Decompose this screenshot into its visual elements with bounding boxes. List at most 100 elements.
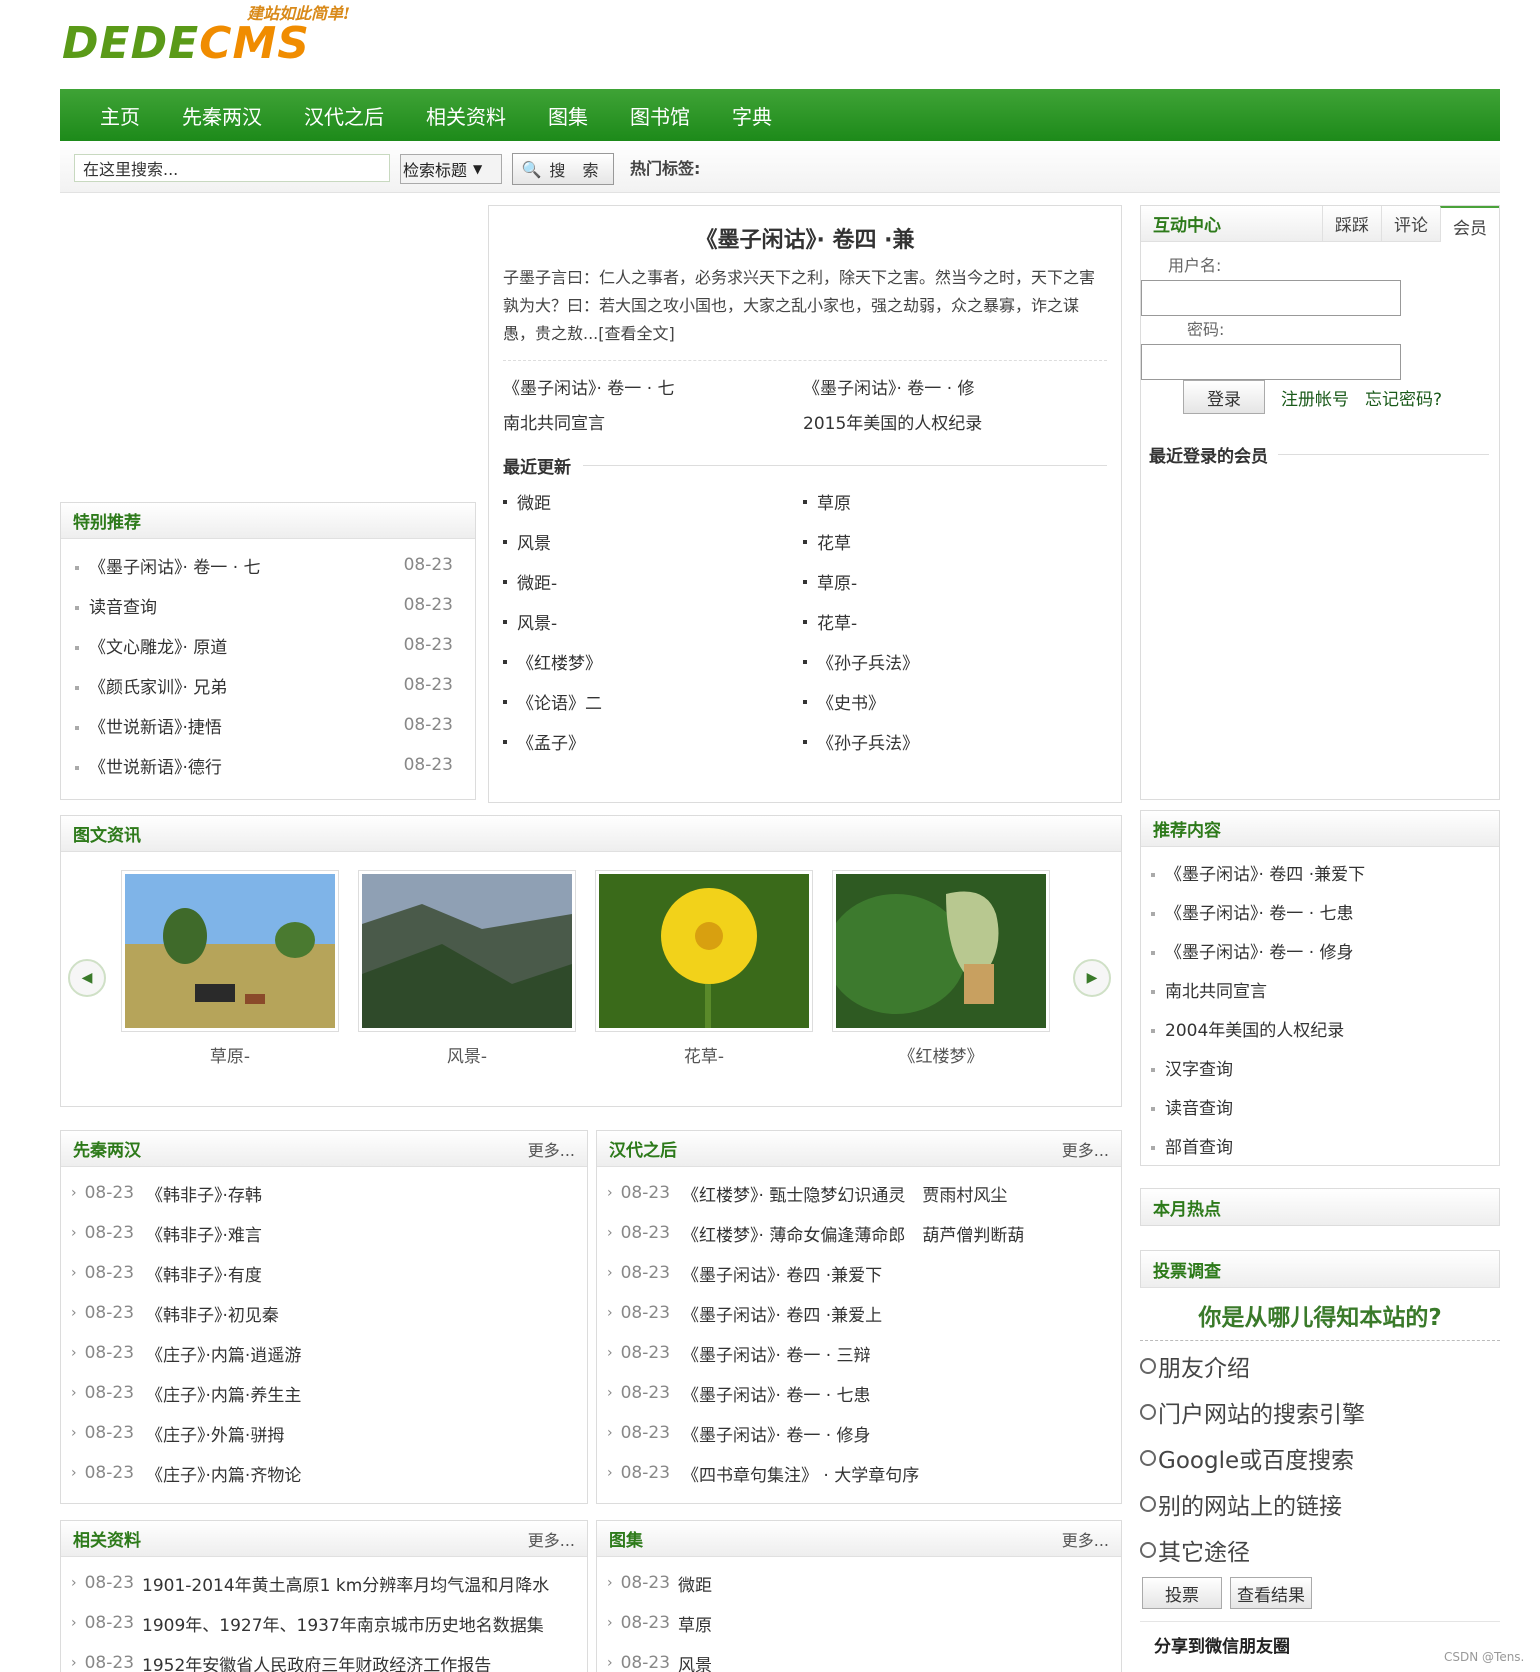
list-item[interactable]: › 08-23 《墨子闲诂》· 卷四 ·兼爱下 (607, 1253, 1111, 1293)
recent-item[interactable]: 《孙子兵法》 (803, 724, 1103, 759)
tab-cai[interactable]: 踩踩 (1322, 205, 1381, 242)
list-item[interactable]: › 08-23 《韩非子》·初见秦 (71, 1293, 577, 1333)
list-item[interactable]: › 08-23 《韩非子》·存韩 (71, 1173, 577, 1213)
list-item[interactable]: › 08-23 《墨子闲诂》· 卷一 · 三辩 (607, 1333, 1111, 1373)
list-item[interactable]: 2004年美国的人权纪录 (1151, 1009, 1489, 1048)
more-link[interactable]: 更多... (528, 1137, 575, 1161)
featured-title[interactable]: 《墨子闲诂》· 卷四 ·兼 (489, 222, 1121, 254)
list-item[interactable]: 部首查询 (1151, 1126, 1489, 1165)
list-item[interactable]: › 08-23 《四书章句集注》 · 大学章句序 (607, 1453, 1111, 1493)
list-item[interactable]: 《墨子闲诂》· 卷一 · 修身 (1151, 931, 1489, 970)
tab-member[interactable]: 会员 (1440, 205, 1499, 242)
gallery-item[interactable]: 草原- (121, 870, 339, 1067)
vote-question: 你是从哪儿得知本站的? (1140, 1288, 1500, 1341)
search-button[interactable]: 🔍 搜 索 (512, 153, 614, 185)
recent-item[interactable]: 《史书》 (803, 684, 1103, 719)
list-item[interactable]: › 08-23 《庄子》·内篇·养生主 (71, 1373, 577, 1413)
list-item[interactable]: 汉字查询 (1151, 1048, 1489, 1087)
featured-link[interactable]: 《墨子闲诂》· 卷一 · 七 (503, 369, 803, 404)
list-item[interactable]: 读音查询 08-23 (75, 585, 453, 625)
list-item[interactable]: 读音查询 (1151, 1087, 1489, 1126)
panel-title: 投票调查 (1153, 1261, 1221, 1282)
gallery-item[interactable]: 花草- (595, 870, 813, 1067)
search-input[interactable] (74, 154, 390, 182)
gallery-item[interactable]: 风景- (358, 870, 576, 1067)
nav-item-dictionary[interactable]: 字典 (732, 101, 772, 130)
tab-comment[interactable]: 评论 (1381, 205, 1440, 242)
after-han-panel: 汉代之后 更多... › 08-23 《红楼梦》· 甄士隐梦幻识通灵 贾雨村风尘 › 0… (596, 1130, 1122, 1504)
list-item[interactable]: › 08-23 《红楼梦》· 甄士隐梦幻识通灵 贾雨村风尘 (607, 1173, 1111, 1213)
recent-item[interactable]: 《红楼梦》 (503, 644, 803, 679)
related-panel: 相关资料 更多... › 08-23 1901-2014年黄土高原1 km分辨率月均气… (60, 1520, 588, 1672)
vote-option[interactable]: Google或百度搜索 (1140, 1435, 1500, 1481)
search-icon: 🔍 (521, 159, 542, 179)
list-item[interactable]: › 08-23 《墨子闲诂》· 卷四 ·兼爱上 (607, 1293, 1111, 1333)
list-item[interactable]: 《世说新语》·德行 08-23 (75, 745, 453, 785)
nav-item-gallery[interactable]: 图集 (548, 101, 588, 130)
nav-item-after-han[interactable]: 汉代之后 (304, 101, 384, 130)
site-logo[interactable]: 建站如此简单! DEDECMS (62, 0, 382, 80)
vote-option[interactable]: 门户网站的搜索引擎 (1140, 1389, 1500, 1435)
recent-item[interactable]: 风景 (503, 524, 803, 559)
recent-item[interactable]: 《论语》二 (503, 684, 803, 719)
gallery-item[interactable]: 《红楼梦》 (826, 870, 1050, 1067)
username-field[interactable] (1141, 280, 1401, 316)
next-arrow-icon[interactable]: ▶ (1073, 959, 1111, 997)
list-item[interactable]: › 08-23 《墨子闲诂》· 卷一 · 七患 (607, 1373, 1111, 1413)
vote-option[interactable]: 朋友介绍 (1140, 1343, 1500, 1389)
list-item[interactable]: › 08-23 《墨子闲诂》· 卷一 · 修身 (607, 1413, 1111, 1453)
recent-item[interactable]: 《孟子》 (503, 724, 803, 759)
forgot-password-link[interactable]: 忘记密码? (1365, 385, 1442, 410)
nav-item-qin-han[interactable]: 先秦两汉 (182, 101, 262, 130)
list-item[interactable]: › 08-23 《庄子》·内篇·逍遥游 (71, 1333, 577, 1373)
list-item[interactable]: › 08-23 《红楼梦》· 薄命女偏逢薄命郎 葫芦僧判断葫 (607, 1213, 1111, 1253)
list-item[interactable]: › 08-23 草原 (607, 1603, 1111, 1643)
more-link[interactable]: 更多... (1062, 1137, 1109, 1161)
list-item[interactable]: 《墨子闲诂》· 卷一 · 七 08-23 (75, 545, 453, 585)
list-item[interactable]: › 08-23 《庄子》·内篇·齐物论 (71, 1453, 577, 1493)
recent-item[interactable]: 花草- (803, 604, 1103, 639)
list-item[interactable]: 《文心雕龙》· 原道 08-23 (75, 625, 453, 665)
list-item[interactable]: › 08-23 1909年、1927年、1937年南京城市历史地名数据集 (71, 1603, 583, 1643)
vote-option[interactable]: 别的网站上的链接 (1140, 1481, 1500, 1527)
recent-item[interactable]: 草原- (803, 564, 1103, 599)
recent-item[interactable]: 微距 (503, 484, 803, 519)
more-link[interactable]: 更多... (1062, 1527, 1109, 1551)
vote-option[interactable]: 其它途径 (1140, 1527, 1500, 1573)
list-item[interactable]: › 08-23 1952年安徽省人民政府三年财政经济工作报告 (71, 1643, 583, 1672)
recent-item[interactable]: 《孙子兵法》 (803, 644, 1103, 679)
list-item[interactable]: › 08-23 微距 (607, 1563, 1111, 1603)
list-item[interactable]: 《世说新语》·捷悟 08-23 (75, 705, 453, 745)
login-button[interactable]: 登录 (1183, 380, 1265, 414)
view-results-button[interactable]: 查看结果 (1230, 1577, 1312, 1609)
featured-excerpt[interactable]: 子墨子言曰：仁人之事者，必务求兴天下之利，除天下之害。然当今之时，天下之害孰为大… (489, 264, 1121, 348)
list-item[interactable]: 《颜氏家训》· 兄弟 08-23 (75, 665, 453, 705)
featured-link[interactable]: 《墨子闲诂》· 卷一 · 修 (803, 369, 1103, 404)
list-item[interactable]: › 08-23 《韩非子》·有度 (71, 1253, 577, 1293)
list-item[interactable]: › 08-23 《庄子》·外篇·骈拇 (71, 1413, 577, 1453)
panel-title: 图集 (609, 1531, 643, 1551)
nav-item-library[interactable]: 图书馆 (630, 101, 690, 130)
featured-link[interactable]: 南北共同宣言 (503, 404, 803, 439)
recent-item[interactable]: 风景- (503, 604, 803, 639)
nav-item-home[interactable]: 主页 (100, 101, 140, 130)
list-item[interactable]: › 08-23 1901-2014年黄土高原1 km分辨率月均气温和月降水 (71, 1563, 583, 1603)
nav-item-related[interactable]: 相关资料 (426, 101, 506, 130)
vote-button[interactable]: 投票 (1142, 1577, 1222, 1609)
list-item[interactable]: 《墨子闲诂》· 卷一 · 七患 (1151, 892, 1489, 931)
more-link[interactable]: 更多... (528, 1527, 575, 1551)
password-field[interactable] (1141, 344, 1401, 380)
register-link[interactable]: 注册帐号 (1281, 385, 1349, 410)
featured-link[interactable]: 2015年美国的人权纪录 (803, 404, 1103, 439)
search-type-select[interactable]: 检索标题 ▼ (400, 154, 502, 184)
list-item[interactable]: 《墨子闲诂》· 卷四 ·兼爱下 (1151, 853, 1489, 892)
prev-arrow-icon[interactable]: ◀ (68, 959, 106, 997)
recent-item[interactable]: 草原 (803, 484, 1103, 519)
list-item[interactable]: 南北共同宣言 (1151, 970, 1489, 1009)
recent-item[interactable]: 花草 (803, 524, 1103, 559)
recent-item[interactable]: 微距- (503, 564, 803, 599)
panel-title: 推荐内容 (1153, 821, 1221, 841)
main-nav: 主页 先秦两汉 汉代之后 相关资料 图集 图书馆 字典 (60, 89, 1500, 141)
list-item[interactable]: › 08-23 《韩非子》·难言 (71, 1213, 577, 1253)
list-item[interactable]: › 08-23 风景 (607, 1643, 1111, 1672)
